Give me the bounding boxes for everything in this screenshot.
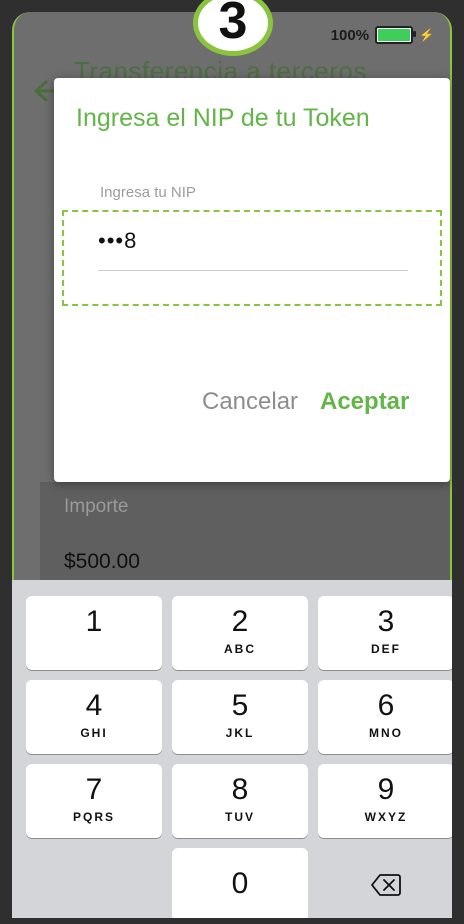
key-digit: 5: [231, 689, 249, 722]
nip-field-label: Ingresa tu NIP: [100, 184, 196, 201]
step-number: 3: [218, 0, 248, 50]
accept-button[interactable]: Aceptar: [320, 388, 409, 416]
status-bar: 100% ⚡: [331, 26, 434, 44]
amount-value: $500.00: [64, 550, 140, 573]
backspace-icon: [371, 874, 401, 896]
key-letters: ABC: [224, 642, 256, 656]
key-9[interactable]: 9 WXYZ: [318, 764, 452, 838]
key-digit: 0: [231, 867, 249, 900]
key-letters: DEF: [371, 642, 401, 656]
key-letters: TUV: [225, 810, 255, 824]
key-digit: 2: [231, 605, 249, 638]
key-digit: 1: [85, 605, 103, 638]
key-digit: 4: [85, 689, 103, 722]
nip-input-underline: [98, 270, 408, 271]
key-4[interactable]: 4 GHI: [26, 680, 162, 754]
nip-field-highlight: [62, 210, 442, 306]
battery-icon: [375, 26, 417, 44]
cancel-button[interactable]: Cancelar: [202, 388, 298, 416]
battery-percent: 100%: [330, 26, 370, 44]
key-letters: PQRS: [72, 810, 115, 824]
key-digit: 9: [377, 773, 395, 806]
back-arrow-icon[interactable]: [30, 78, 56, 104]
delete-key[interactable]: [318, 848, 452, 918]
key-letters: JKL: [225, 726, 255, 740]
key-letters: WXYZ: [364, 810, 408, 824]
phone-screen: 100% ⚡ Transferencia a terceros Importe …: [12, 12, 452, 918]
key-letters: GHI: [80, 726, 108, 740]
key-1[interactable]: 1: [26, 596, 162, 670]
nip-input[interactable]: •••8: [98, 228, 137, 254]
dialog-title: Ingresa el NIP de tu Token: [76, 104, 370, 132]
amount-label: Importe: [64, 496, 129, 517]
numeric-keypad: 1 2 ABC 3 DEF 4 GHI 5 JKL 6 MNO 7 PQRS 8: [12, 580, 452, 918]
nip-dialog: Ingresa el NIP de tu Token Ingresa tu NI…: [54, 78, 450, 482]
key-5[interactable]: 5 JKL: [172, 680, 308, 754]
key-3[interactable]: 3 DEF: [318, 596, 452, 670]
key-digit: 3: [377, 605, 395, 638]
key-blank: [26, 848, 162, 918]
key-2[interactable]: 2 ABC: [172, 596, 308, 670]
key-7[interactable]: 7 PQRS: [26, 764, 162, 838]
key-6[interactable]: 6 MNO: [318, 680, 452, 754]
key-digit: 8: [231, 773, 249, 806]
key-8[interactable]: 8 TUV: [172, 764, 308, 838]
key-0[interactable]: 0: [172, 848, 308, 918]
key-letters: MNO: [369, 726, 403, 740]
key-digit: 7: [85, 773, 103, 806]
key-digit: 6: [377, 689, 395, 722]
charging-icon: ⚡: [419, 28, 434, 42]
